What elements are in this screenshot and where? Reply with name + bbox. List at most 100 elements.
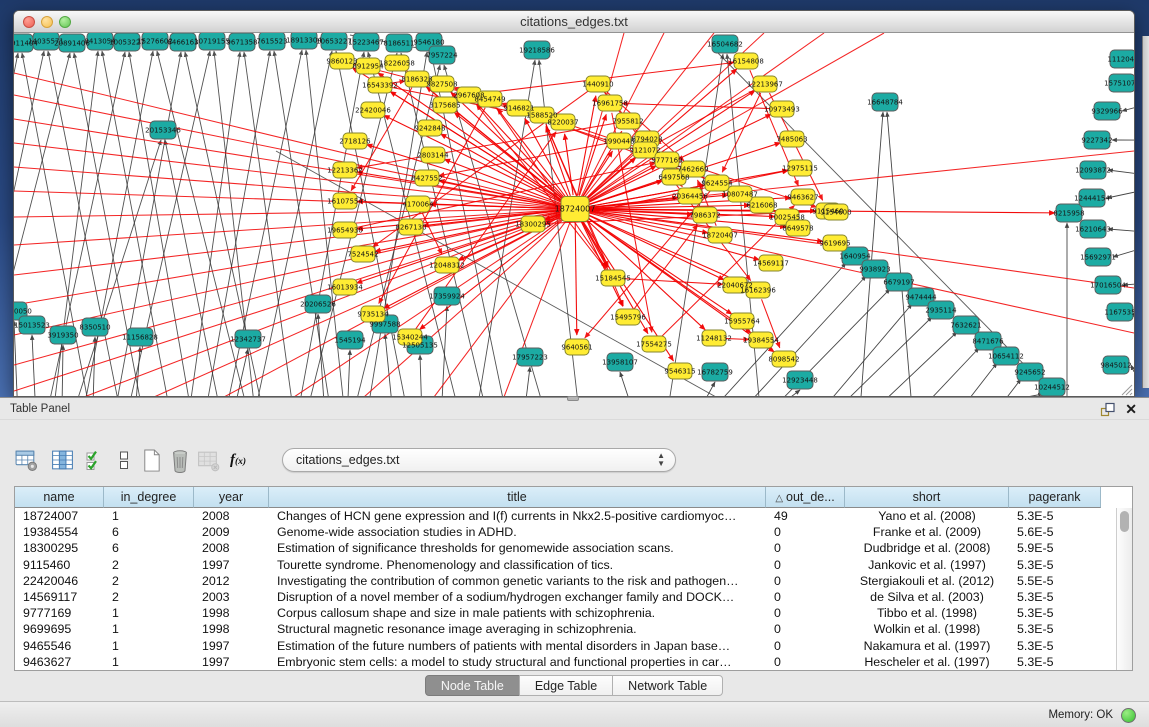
table-row[interactable]: 2242004622012Investigating the contribut… — [15, 573, 1116, 589]
cell-year: 1997 — [194, 654, 269, 670]
cell-short: Yano et al. (2008) — [845, 508, 1009, 524]
svg-text:9245652: 9245652 — [1014, 369, 1045, 377]
table-row[interactable]: 911546021997Tourette syndrome. Phenomeno… — [15, 557, 1116, 573]
column-header-out_de[interactable]: △out_de... — [766, 487, 845, 508]
cell-title: Tourette syndrome. Phenomenology and cla… — [269, 557, 766, 573]
table-row[interactable]: 1872400712008Changes of HCN gene express… — [15, 508, 1116, 524]
svg-text:4170064: 4170064 — [402, 201, 434, 209]
function-builder-icon[interactable]: f(x) — [224, 446, 252, 474]
svg-text:12444154: 12444154 — [1074, 195, 1110, 203]
table-row[interactable]: 969969511998Structural magnetic resonanc… — [15, 621, 1116, 637]
svg-text:18226058: 18226058 — [379, 60, 415, 68]
svg-text:10025458: 10025458 — [769, 214, 805, 222]
svg-text:8186511: 8186511 — [383, 40, 414, 48]
select-checklist-icon[interactable] — [82, 446, 110, 474]
svg-text:9121072: 9121072 — [629, 147, 660, 155]
network-canvas[interactable]: 2091140414035571208914068413054100532271… — [14, 33, 1134, 397]
svg-text:11156828: 11156828 — [122, 334, 158, 342]
svg-text:1640954: 1640954 — [839, 253, 871, 261]
cell-in_degree: 1 — [104, 605, 194, 621]
network-view-background: citations_edges.txt 20911404140355712089… — [0, 0, 1149, 397]
table-row[interactable]: 1456911722003Disruption of a novel membe… — [15, 589, 1116, 605]
cell-in_degree: 2 — [104, 557, 194, 573]
svg-text:15692971: 15692971 — [1080, 254, 1116, 262]
cell-short: Jankovic et al. (1997) — [845, 557, 1009, 573]
column-header-name[interactable]: name — [15, 487, 104, 508]
svg-text:10653227: 10653227 — [316, 38, 352, 46]
network-window: citations_edges.txt 20911404140355712089… — [13, 10, 1135, 397]
new-document-icon[interactable] — [137, 446, 165, 474]
cell-pagerank: 5.3E-5 — [1009, 589, 1101, 605]
svg-text:6497568: 6497568 — [658, 174, 689, 182]
column-header-year[interactable]: year — [194, 487, 269, 508]
table-row[interactable]: 1830029562008Estimation of significance … — [15, 540, 1116, 556]
tab-edge-table[interactable]: Edge Table — [519, 675, 613, 696]
svg-text:12923448: 12923448 — [782, 377, 818, 385]
node-table: namein_degreeyeartitle△out_de...shortpag… — [14, 486, 1133, 671]
table-scrollbar[interactable] — [1116, 508, 1132, 670]
memory-ok-indicator — [1121, 708, 1136, 723]
svg-text:1990448: 1990448 — [603, 138, 634, 146]
column-header-title[interactable]: title — [269, 487, 766, 508]
row-height-icon[interactable] — [110, 446, 138, 474]
cell-in_degree: 2 — [104, 573, 194, 589]
column-header-in_degree[interactable]: in_degree — [104, 487, 194, 508]
cell-in_degree: 1 — [104, 638, 194, 654]
svg-text:15955764: 15955764 — [724, 318, 760, 326]
resize-grip-icon[interactable] — [1120, 383, 1133, 396]
column-header-short[interactable]: short — [845, 487, 1009, 508]
column-visibility-icon[interactable] — [48, 446, 76, 474]
cell-in_degree: 6 — [104, 524, 194, 540]
close-panel-icon[interactable]: ✕ — [1125, 399, 1137, 419]
table-row[interactable]: 977716911998Corpus callosum shape and si… — [15, 605, 1116, 621]
network-file-select[interactable]: citations_edges.txt ▲▼ — [282, 448, 676, 472]
svg-text:9845012: 9845012 — [1100, 362, 1131, 370]
collapsed-side-panel-strip[interactable] — [1142, 36, 1149, 388]
svg-text:9227342: 9227342 — [1081, 137, 1112, 145]
svg-text:3175685: 3175685 — [429, 102, 460, 110]
cell-name: 19384554 — [15, 524, 104, 540]
cell-short: Nakamura et al. (1997) — [845, 638, 1009, 654]
table-options-icon[interactable] — [12, 446, 40, 474]
svg-text:12975115: 12975115 — [782, 165, 818, 173]
svg-text:20260050: 20260050 — [14, 308, 32, 316]
svg-text:10807487: 10807487 — [722, 191, 758, 199]
table-toolbar: f(x) citations_edges.txt ▲▼ — [0, 446, 1149, 474]
svg-text:10244512: 10244512 — [1034, 384, 1070, 392]
delete-icon[interactable] — [166, 446, 194, 474]
cell-year: 1998 — [194, 621, 269, 637]
column-header-pagerank[interactable]: pagerank — [1009, 487, 1101, 508]
svg-text:12505135: 12505135 — [402, 342, 438, 350]
cell-title: Investigating the contribution of common… — [269, 573, 766, 589]
panel-splitter-handle[interactable] — [567, 396, 579, 401]
svg-text:16504682: 16504682 — [707, 41, 743, 49]
tab-node-table[interactable]: Node Table — [425, 675, 520, 696]
cell-year: 2008 — [194, 540, 269, 556]
svg-text:19384554: 19384554 — [743, 337, 779, 345]
table-row[interactable]: 946362711997Embryonic stem cells: a mode… — [15, 654, 1116, 670]
svg-text:7955812: 7955812 — [612, 118, 643, 126]
cell-title: Corpus callosum shape and size in male p… — [269, 605, 766, 621]
cell-out_de: 0 — [766, 638, 845, 654]
cytoscape-app: citations_edges.txt 20911404140355712089… — [0, 0, 1149, 727]
cell-pagerank: 5.3E-5 — [1009, 638, 1101, 654]
svg-text:6794028: 6794028 — [631, 136, 662, 144]
tab-network-table[interactable]: Network Table — [612, 675, 723, 696]
float-window-icon[interactable] — [1100, 402, 1115, 417]
svg-text:8454749: 8454749 — [474, 96, 505, 104]
svg-text:7485063: 7485063 — [776, 136, 807, 144]
svg-text:16961758: 16961758 — [592, 100, 628, 108]
network-window-titlebar[interactable]: citations_edges.txt — [14, 11, 1134, 33]
table-header-row: namein_degreeyeartitle△out_de...shortpag… — [15, 487, 1101, 508]
table-row[interactable]: 946554611997Estimation of the future num… — [15, 638, 1116, 654]
svg-text:14569117: 14569117 — [753, 260, 789, 268]
cell-title: Estimation of the future numbers of pati… — [269, 638, 766, 654]
table-scrollbar-thumb[interactable] — [1120, 511, 1129, 532]
svg-text:9474444: 9474444 — [905, 294, 937, 302]
table-row[interactable]: 1938455462009Genome-wide association stu… — [15, 524, 1116, 540]
cell-name: 9463627 — [15, 654, 104, 670]
select-updown-icon: ▲▼ — [657, 452, 665, 468]
cell-in_degree: 1 — [104, 621, 194, 637]
svg-text:2718126: 2718126 — [339, 138, 371, 146]
svg-text:13958107: 13958107 — [602, 359, 638, 367]
